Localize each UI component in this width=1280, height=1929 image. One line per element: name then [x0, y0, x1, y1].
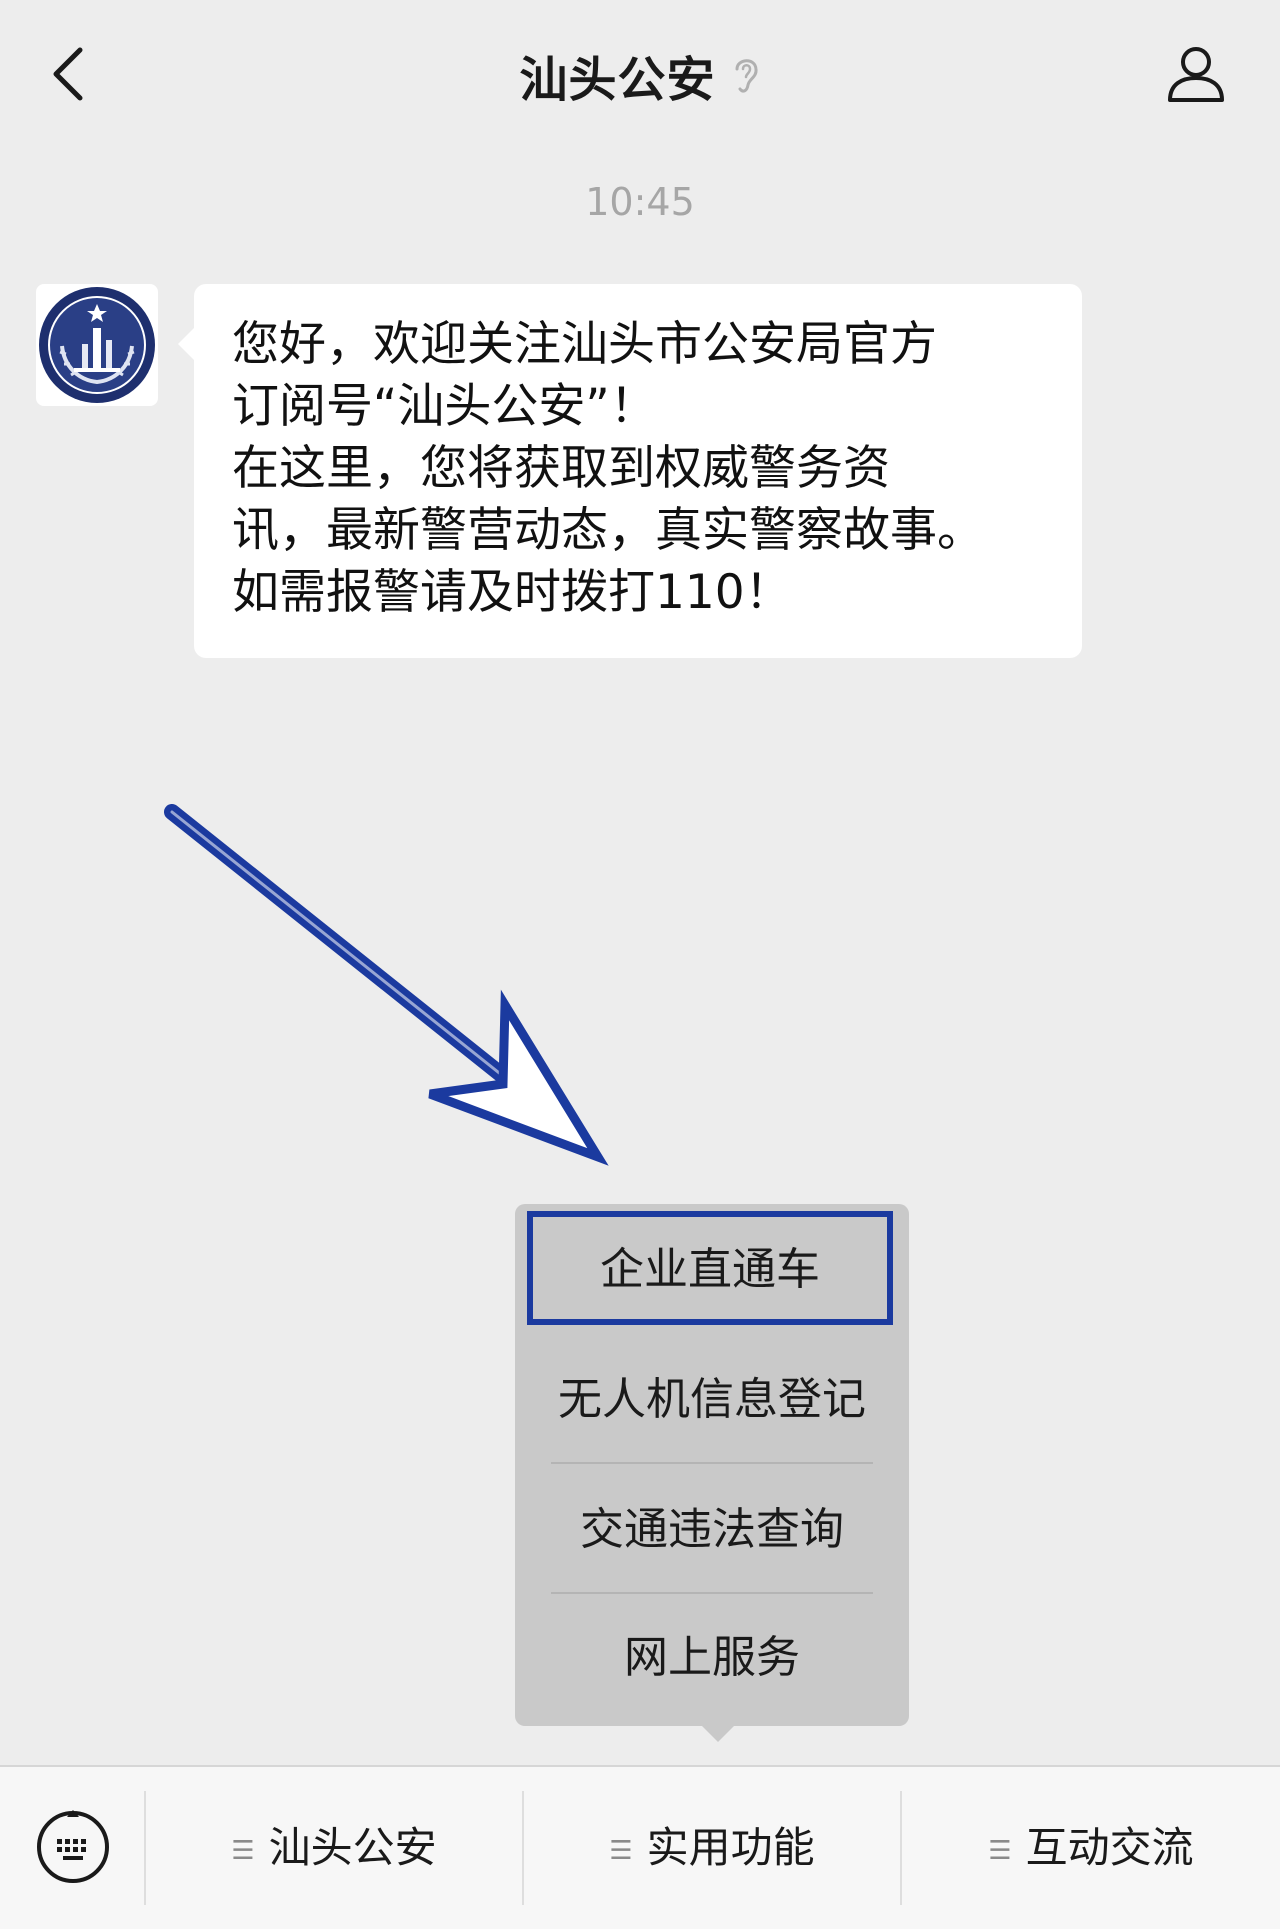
tab-interactive-exchange[interactable]: ☰ 互动交流: [902, 1791, 1280, 1905]
menu-divider: [551, 1462, 873, 1464]
menu-item-online-services[interactable]: 网上服务: [515, 1594, 909, 1722]
menu-lines-icon: ☰: [609, 1835, 633, 1866]
tab-label: 实用功能: [646, 1823, 815, 1872]
tab-practical-functions[interactable]: ☰ 实用功能: [524, 1791, 900, 1905]
menu-lines-icon: ☰: [988, 1835, 1012, 1866]
tab-shantou-police[interactable]: ☰ 汕头公安: [146, 1791, 522, 1905]
menu-item-drone-registration[interactable]: 无人机信息登记: [515, 1336, 909, 1464]
menu-item-enterprise-express[interactable]: 企业直通车: [527, 1211, 893, 1325]
tab-label: 汕头公安: [268, 1823, 437, 1872]
submenu-popup: 企业直通车 无人机信息登记 交通违法查询 网上服务: [515, 1204, 909, 1742]
menu-lines-icon: ☰: [231, 1835, 255, 1866]
keyboard-toggle-button[interactable]: [0, 1767, 144, 1929]
keyboard-icon: [37, 1810, 109, 1883]
bottom-menu-bar: ☰ 汕头公安 ☰ 实用功能 ☰ 互动交流: [0, 1765, 1280, 1929]
menu-item-traffic-violation-query[interactable]: 交通违法查询: [515, 1466, 909, 1594]
tab-label: 互动交流: [1025, 1823, 1194, 1872]
